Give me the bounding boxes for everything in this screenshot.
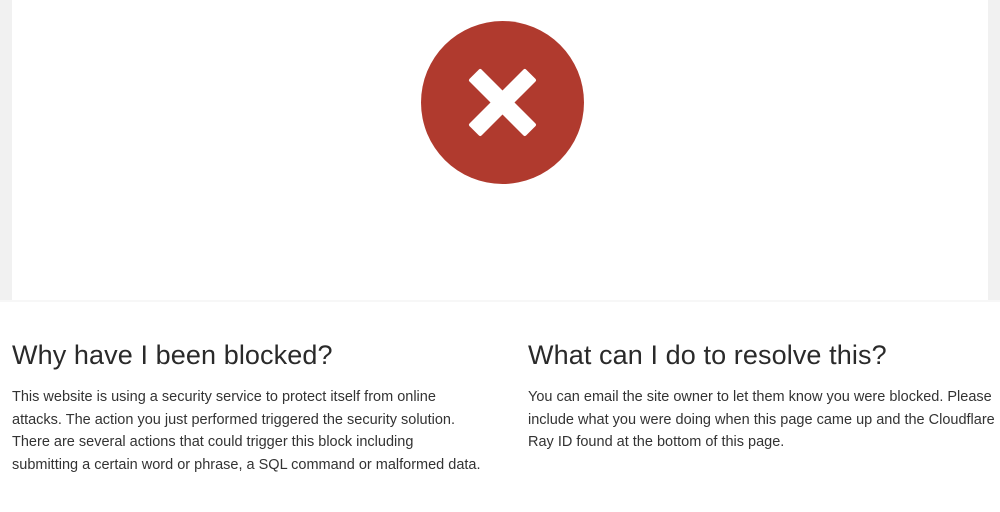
resolve-section: What can I do to resolve this? You can e… bbox=[528, 338, 998, 454]
resolve-text: You can email the site owner to let them… bbox=[528, 389, 995, 450]
hero-divider bbox=[0, 300, 1000, 302]
blocked-page: Why have I been blocked? This website is… bbox=[0, 0, 1000, 512]
resolve-heading: What can I do to resolve this? bbox=[528, 340, 887, 370]
why-blocked-section: Why have I been blocked? This website is… bbox=[12, 338, 482, 476]
why-blocked-heading: Why have I been blocked? bbox=[12, 340, 333, 370]
why-blocked-text: This website is using a security service… bbox=[12, 389, 481, 473]
error-x-icon bbox=[421, 21, 584, 184]
